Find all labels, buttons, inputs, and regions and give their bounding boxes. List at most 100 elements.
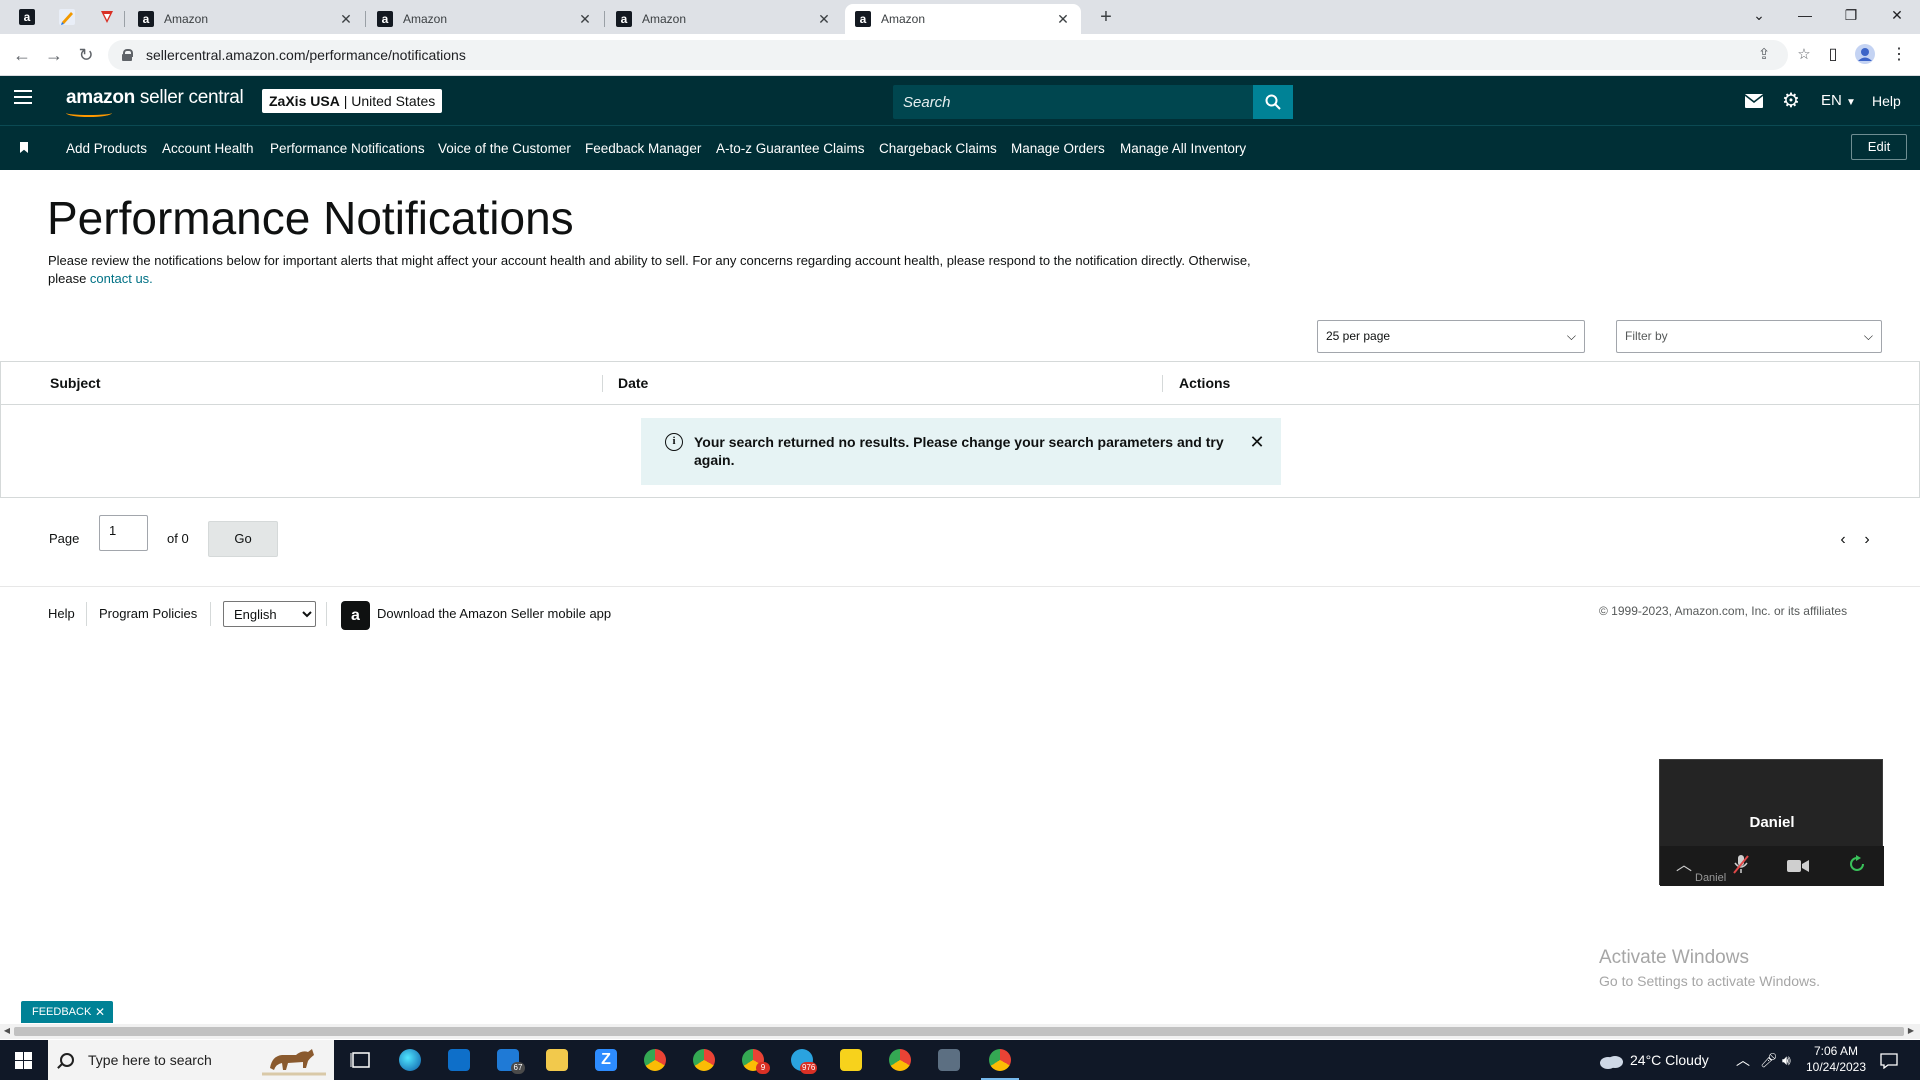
back-icon[interactable]: ←: [10, 43, 34, 67]
weather-text[interactable]: 24°C Cloudy: [1630, 1040, 1709, 1080]
next-page-chevron-icon[interactable]: ›: [1860, 532, 1874, 548]
bookmark-icon[interactable]: [20, 142, 28, 153]
footer-program-policies-link[interactable]: Program Policies: [99, 606, 197, 621]
settings-gear-icon[interactable]: ⚙: [1782, 91, 1800, 111]
edge-browser-icon[interactable]: [399, 1049, 421, 1071]
previous-page-chevron-icon[interactable]: ‹: [1836, 532, 1850, 548]
footer-help-link[interactable]: Help: [48, 606, 75, 621]
video-camera-icon[interactable]: [1785, 854, 1811, 878]
nav-manage-inventory[interactable]: Manage All Inventory: [1120, 126, 1246, 171]
search-input[interactable]: [893, 85, 1253, 119]
close-window-icon[interactable]: ✕: [1874, 0, 1920, 30]
contact-us-link[interactable]: contact us.: [90, 271, 153, 286]
microphone-tray-icon[interactable]: 🎤︎: [1760, 1040, 1778, 1080]
tab-4-active[interactable]: a Amazon ✕: [845, 4, 1081, 34]
expand-chevron-up-icon[interactable]: ︿: [1671, 854, 1697, 878]
pinned-tab-amazon[interactable]: a: [14, 5, 40, 29]
search-icon: [60, 1053, 74, 1067]
pinned-tab-pen[interactable]: [54, 5, 80, 29]
search-button[interactable]: [1253, 85, 1293, 119]
zoom-app-icon[interactable]: Z: [595, 1049, 617, 1071]
feedback-button[interactable]: FEEDBACK ✕: [21, 1001, 113, 1023]
horizontal-scrollbar[interactable]: ◀ ▶: [0, 1024, 1920, 1039]
tab-search-chevron-icon[interactable]: ⌄: [1736, 0, 1782, 30]
language-selector[interactable]: EN ▼: [1821, 91, 1856, 111]
chrome-profile-1-icon[interactable]: [644, 1049, 666, 1071]
amazon-favicon-icon: a: [19, 9, 35, 25]
bookmark-star-icon[interactable]: ☆: [1792, 40, 1816, 70]
mail-badge: 67: [511, 1062, 525, 1074]
nav-atoz-claims[interactable]: A-to-z Guarantee Claims: [716, 126, 865, 171]
restore-icon[interactable]: ❐: [1828, 0, 1874, 30]
amazon-favicon-icon: a: [616, 11, 632, 27]
file-explorer-icon[interactable]: [546, 1049, 568, 1071]
tab-close-icon[interactable]: ✕: [1055, 11, 1071, 27]
mail-icon[interactable]: [1744, 91, 1764, 111]
header-help-link[interactable]: Help: [1872, 91, 1901, 111]
column-header-subject[interactable]: Subject: [50, 362, 101, 405]
tab-3[interactable]: a Amazon ✕: [606, 4, 842, 34]
microphone-muted-icon[interactable]: [1728, 854, 1754, 878]
lock-icon: [122, 49, 133, 61]
tab-close-icon[interactable]: ✕: [816, 11, 832, 27]
account-switcher[interactable]: ZaXis USA | United States: [262, 89, 443, 113]
share-icon[interactable]: ⇪: [1752, 40, 1776, 70]
volume-icon[interactable]: 🔊︎: [1782, 1040, 1791, 1080]
windows-start-icon[interactable]: [15, 1052, 32, 1069]
microsoft-store-icon[interactable]: [448, 1049, 470, 1071]
filter-by-select[interactable]: Filter by ⌵: [1616, 320, 1882, 353]
column-header-date[interactable]: Date: [618, 362, 648, 405]
page-number-input[interactable]: [99, 515, 148, 551]
dismiss-alert-close-icon[interactable]: ✕: [1247, 433, 1267, 453]
nav-voice-of-customer[interactable]: Voice of the Customer: [438, 126, 571, 171]
nav-add-products[interactable]: Add Products: [66, 126, 147, 171]
side-panel-icon[interactable]: ▯: [1822, 43, 1844, 67]
minimize-icon[interactable]: —: [1782, 0, 1828, 30]
chrome-active-icon[interactable]: [981, 1049, 1019, 1080]
amazon-seller-central-logo[interactable]: amazon seller central: [66, 87, 244, 117]
tray-chevron-up-icon[interactable]: ︿: [1736, 1040, 1750, 1080]
browser-menu-icon[interactable]: ⋮: [1888, 43, 1910, 67]
nav-manage-orders[interactable]: Manage Orders: [1011, 126, 1105, 171]
tab-1[interactable]: a Amazon ✕: [128, 4, 364, 34]
address-bar[interactable]: sellercentral.amazon.com/performance/not…: [108, 40, 1811, 70]
sticky-notes-icon[interactable]: [840, 1049, 862, 1071]
tab-close-icon[interactable]: ✕: [577, 11, 593, 27]
nav-account-health[interactable]: Account Health: [162, 126, 254, 171]
edit-nav-button[interactable]: Edit: [1851, 134, 1907, 160]
new-tab-icon[interactable]: +: [1094, 5, 1118, 29]
per-page-select[interactable]: 25 per page ⌵: [1317, 320, 1585, 353]
calculator-icon[interactable]: [938, 1049, 960, 1071]
activate-windows-subtitle: Go to Settings to activate Windows.: [1599, 973, 1820, 989]
amazon-favicon-icon: a: [855, 11, 871, 27]
chrome-profile-4-icon[interactable]: [889, 1049, 911, 1071]
language-code: EN: [1821, 92, 1842, 109]
forward-icon[interactable]: →: [42, 43, 66, 67]
tab-2[interactable]: a Amazon ✕: [367, 4, 603, 34]
chrome-profile-2-icon[interactable]: [693, 1049, 715, 1071]
tab-separator: [604, 11, 605, 27]
feedback-close-icon[interactable]: ✕: [95, 1001, 105, 1023]
call-refresh-green-icon[interactable]: [1844, 854, 1870, 878]
nav-performance-notifications[interactable]: Performance Notifications: [270, 126, 425, 171]
notification-center-icon[interactable]: [1880, 1040, 1898, 1080]
profile-avatar-icon[interactable]: [1854, 43, 1876, 67]
pinned-tab-shield[interactable]: [94, 5, 120, 29]
go-button[interactable]: Go: [208, 521, 278, 557]
scrollbar-thumb[interactable]: [14, 1027, 1904, 1036]
amazon-seller-app-icon[interactable]: a: [341, 601, 370, 630]
nav-feedback-manager[interactable]: Feedback Manager: [585, 126, 701, 171]
taskbar-clock[interactable]: 7:06 AM 10/24/2023: [1800, 1043, 1872, 1075]
logo-suffix: seller central: [134, 87, 244, 108]
reload-icon[interactable]: ↻: [74, 43, 98, 67]
nav-chargeback-claims[interactable]: Chargeback Claims: [879, 126, 997, 171]
download-app-link[interactable]: Download the Amazon Seller mobile app: [377, 606, 611, 621]
tab-close-icon[interactable]: ✕: [338, 11, 354, 27]
scroll-right-arrow-icon[interactable]: ▶: [1906, 1026, 1916, 1035]
weather-cloud-icon[interactable]: [1598, 1040, 1624, 1080]
scroll-left-arrow-icon[interactable]: ◀: [2, 1026, 12, 1035]
video-call-widget[interactable]: Daniel ︿ Daniel: [1659, 759, 1884, 886]
task-view-icon[interactable]: [350, 1049, 372, 1071]
hamburger-menu-icon[interactable]: [14, 90, 32, 110]
footer-language-select[interactable]: English: [223, 601, 316, 627]
